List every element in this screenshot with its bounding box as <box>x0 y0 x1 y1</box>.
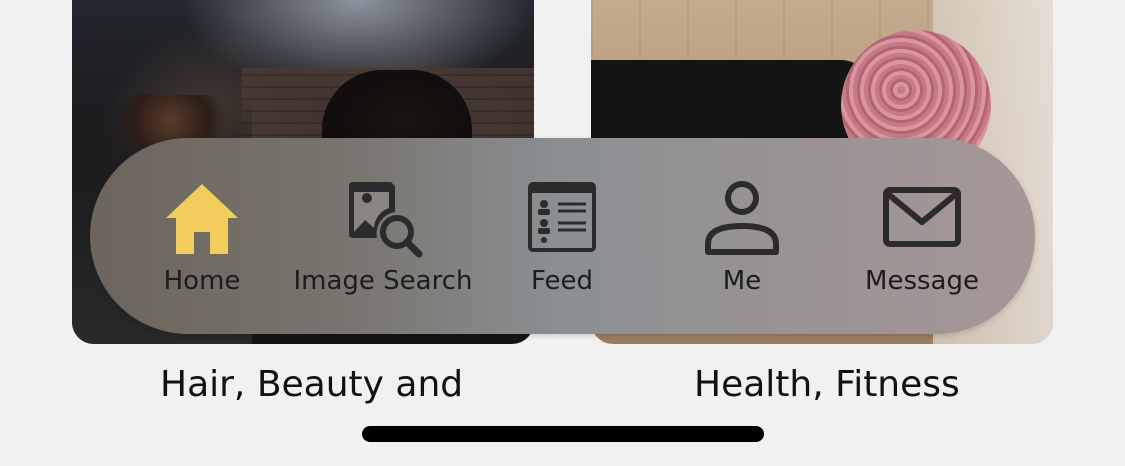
tab-label: Feed <box>530 266 594 296</box>
card-title[interactable]: Health, Fitness <box>694 364 960 405</box>
tab-message[interactable]: Message <box>832 178 1012 298</box>
card-title[interactable]: Hair, Beauty and <box>160 364 463 405</box>
person-icon <box>705 181 779 255</box>
envelope-icon <box>883 187 961 247</box>
tab-label: Home <box>163 266 241 296</box>
tab-label: Message <box>865 266 979 296</box>
home-indicator[interactable] <box>362 426 764 442</box>
tab-label: Image Search <box>293 266 473 296</box>
image-search-icon <box>349 182 423 258</box>
bottom-tab-bar: Home Image Search Feed Me Message <box>90 138 1035 334</box>
tab-label: Me <box>722 266 762 296</box>
home-icon <box>166 184 238 254</box>
tab-home[interactable]: Home <box>112 178 292 298</box>
tab-me[interactable]: Me <box>652 178 832 298</box>
tab-image-search[interactable]: Image Search <box>293 178 473 298</box>
card-photo-clothing <box>591 60 871 140</box>
feed-icon <box>528 182 596 252</box>
tab-feed[interactable]: Feed <box>472 178 652 298</box>
